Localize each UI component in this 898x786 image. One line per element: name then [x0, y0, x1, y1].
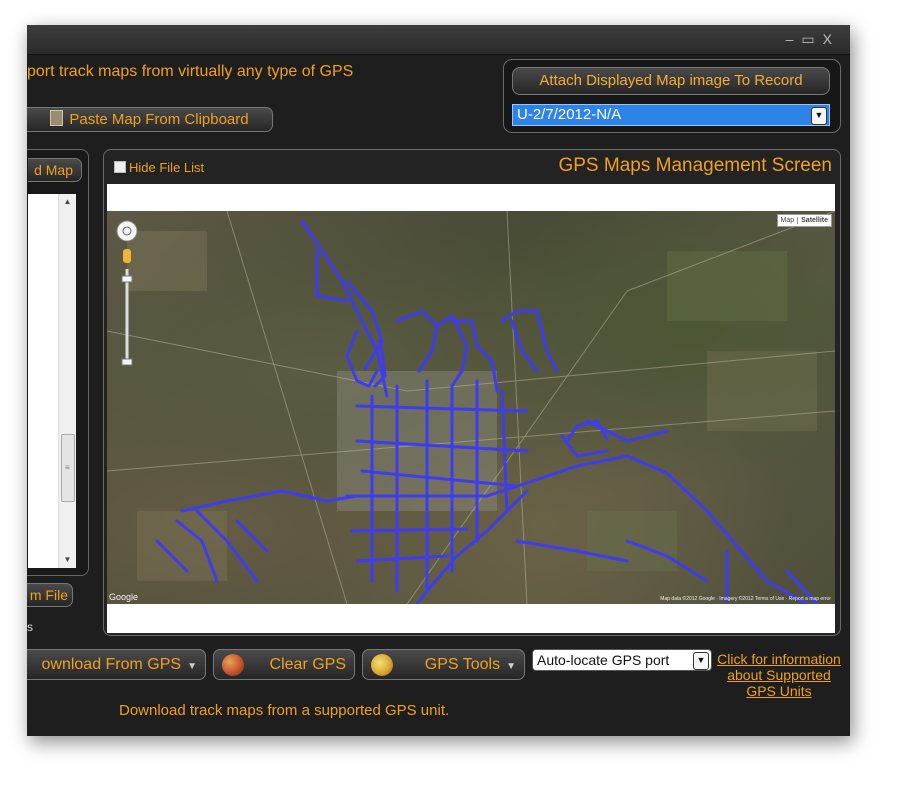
- gps-tools-button[interactable]: GPS Tools ▼: [362, 649, 525, 680]
- left-footer-text: s: [27, 620, 33, 634]
- intro-text: port track maps from virtually any type …: [27, 63, 354, 80]
- status-text: Download track maps from a supported GPS…: [119, 702, 450, 719]
- bottom-toolbar: ownload From GPS ▼ Clear GPS GPS Tools ▼ A…: [27, 642, 850, 736]
- map-type-map[interactable]: Map: [778, 217, 798, 224]
- field-patches: [127, 231, 817, 581]
- satellite-map[interactable]: Map Satellite Google Map data ©2012 Googl…: [107, 211, 835, 604]
- supported-gps-info-link[interactable]: Click for information about Supported GP…: [717, 651, 841, 699]
- gear-icon: [371, 654, 393, 676]
- record-select-value: U-2/7/2012-N/A: [517, 106, 622, 123]
- title-bar: –▭X: [27, 25, 850, 55]
- scroll-down-icon[interactable]: ▼: [59, 552, 76, 568]
- close-icon[interactable]: X: [823, 31, 840, 47]
- download-label: ownload From GPS: [41, 656, 182, 673]
- paste-map-button[interactable]: Paste Map From Clipboard: [27, 107, 273, 132]
- maximize-icon[interactable]: ▭: [801, 31, 822, 48]
- grip-icon: ≡: [65, 463, 70, 472]
- map-frame: Map Satellite Google Map data ©2012 Googl…: [107, 184, 835, 633]
- add-map-button[interactable]: d Map: [28, 158, 82, 182]
- scroll-thumb[interactable]: ≡: [61, 434, 75, 502]
- hide-file-list-label: Hide File List: [129, 160, 205, 175]
- attach-map-button[interactable]: Attach Displayed Map image To Record: [512, 67, 830, 95]
- scroll-up-icon[interactable]: ▲: [59, 194, 76, 210]
- clear-gps-button[interactable]: Clear GPS: [213, 649, 355, 680]
- chevron-down-icon: ▼: [506, 661, 516, 672]
- window-controls: –▭X: [786, 31, 840, 48]
- chevron-down-icon[interactable]: ▼: [693, 652, 709, 670]
- file-list[interactable]: ▲ ≡ ▼: [28, 194, 76, 568]
- chevron-down-icon: ▼: [187, 661, 197, 672]
- map-attribution: Map data ©2012 Google · Imagery ©2012 Te…: [660, 596, 831, 602]
- map-panel: Hide File List GPS Maps Management Scree…: [103, 149, 841, 636]
- map-type-toggle[interactable]: Map Satellite: [776, 214, 832, 227]
- app-window: –▭X port track maps from virtually any t…: [27, 25, 850, 736]
- eraser-icon: [222, 654, 244, 676]
- import-from-file-button[interactable]: m File: [27, 583, 73, 607]
- map-panel-title: GPS Maps Management Screen: [558, 155, 832, 176]
- map-type-satellite[interactable]: Satellite: [797, 217, 831, 224]
- hide-file-list-checkbox[interactable]: Hide File List: [114, 160, 204, 175]
- map-graphics: [107, 211, 835, 604]
- file-list-panel: d Map ▲ ≡ ▼: [27, 149, 89, 576]
- clipboard-icon: [50, 110, 64, 126]
- chevron-down-icon[interactable]: ▼: [811, 107, 827, 125]
- file-list-scrollbar[interactable]: ▲ ≡ ▼: [58, 194, 76, 568]
- gps-tools-label: GPS Tools: [424, 656, 501, 673]
- checkbox-icon[interactable]: [114, 161, 126, 173]
- download-from-gps-button[interactable]: ownload From GPS ▼: [27, 649, 206, 680]
- record-select[interactable]: U-2/7/2012-N/A ▼: [512, 104, 830, 126]
- clear-gps-label: Clear GPS: [269, 656, 346, 673]
- paste-map-label: Paste Map From Clipboard: [69, 111, 249, 128]
- gps-port-select[interactable]: Auto-locate GPS port ▼: [532, 649, 712, 671]
- gps-port-value: Auto-locate GPS port: [537, 652, 670, 668]
- google-logo: Google: [109, 592, 139, 602]
- minimize-icon[interactable]: –: [786, 31, 802, 47]
- record-group: Attach Displayed Map image To Record U-2…: [503, 59, 841, 133]
